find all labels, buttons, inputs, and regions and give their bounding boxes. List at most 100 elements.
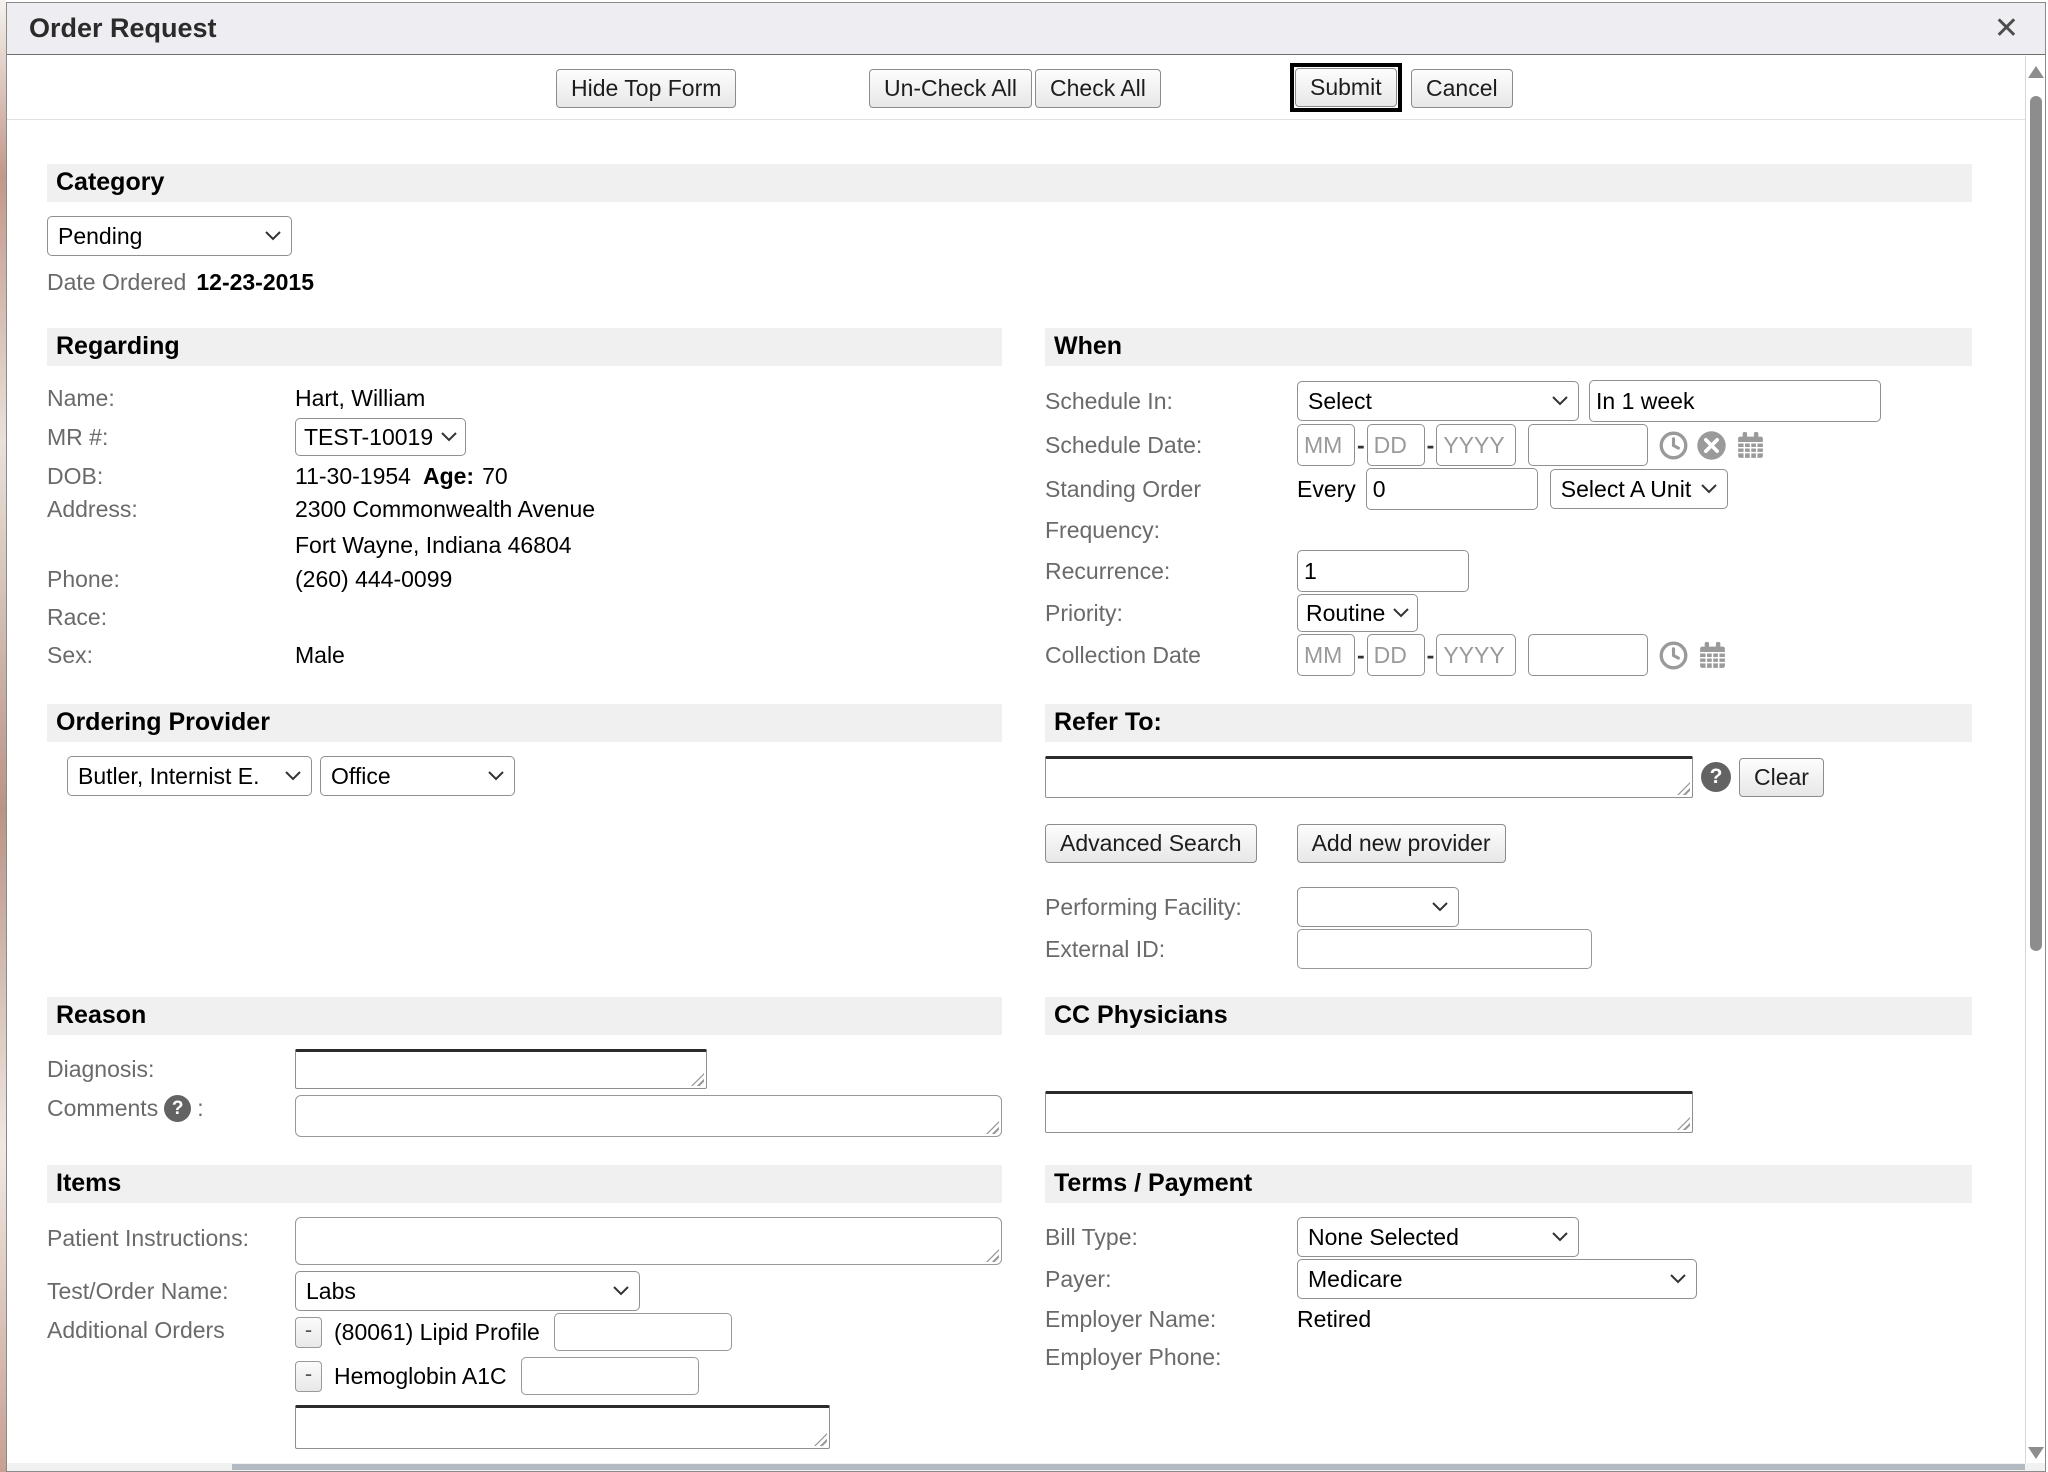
patient-instructions-textarea[interactable]	[295, 1217, 1002, 1265]
every-label: Every	[1297, 476, 1356, 503]
order-note-input[interactable]	[521, 1357, 699, 1395]
horizontal-scrollbar-thumb[interactable]	[232, 1464, 2025, 1470]
submit-button[interactable]: Submit	[1295, 68, 1397, 107]
order-note-input[interactable]	[554, 1313, 732, 1351]
cc-physicians-input[interactable]	[1045, 1091, 1693, 1133]
performing-facility-select[interactable]	[1297, 887, 1459, 927]
submit-focus-ring: Submit	[1290, 63, 1402, 112]
date-dash: -	[1427, 642, 1435, 669]
schedule-in-select[interactable]: Select	[1297, 381, 1579, 421]
schedule-date-yyyy-input[interactable]	[1436, 424, 1516, 466]
collection-date-dd-input[interactable]	[1367, 634, 1425, 676]
recurrence-input[interactable]	[1297, 550, 1469, 592]
patient-instructions-label: Patient Instructions:	[47, 1217, 295, 1252]
unit-select[interactable]: Select A Unit	[1550, 469, 1728, 509]
when-section-header: When	[1045, 328, 1972, 366]
test-order-name-label: Test/Order Name:	[47, 1278, 295, 1305]
refer-to-section: Refer To: ? Clear Advanced Search Add ne…	[1045, 704, 1972, 971]
test-order-select[interactable]: Labs	[295, 1271, 640, 1311]
additional-order-row: - (80061) Lipid Profile	[295, 1313, 830, 1351]
uncheck-all-button[interactable]: Un-Check All	[869, 69, 1032, 108]
provider-select[interactable]: Butler, Internist E.	[67, 756, 312, 796]
reason-header: Reason	[47, 997, 1002, 1035]
hide-top-form-button[interactable]: Hide Top Form	[556, 69, 736, 108]
order-search-input[interactable]	[295, 1405, 830, 1449]
diagnosis-input[interactable]	[295, 1049, 707, 1089]
clear-date-icon[interactable]	[1696, 430, 1727, 461]
scrollbar-thumb[interactable]	[2030, 96, 2042, 951]
collection-date-label: Collection Date	[1045, 642, 1297, 669]
payer-select[interactable]: Medicare	[1297, 1259, 1697, 1299]
calendar-icon[interactable]	[1734, 429, 1767, 462]
schedule-date-dd-input[interactable]	[1367, 424, 1425, 466]
calendar-icon[interactable]	[1696, 639, 1729, 672]
additional-order-row: - Hemoglobin A1C	[295, 1357, 830, 1395]
order-name: (80061) Lipid Profile	[334, 1319, 540, 1346]
age-value: 70	[482, 463, 508, 490]
advanced-search-button[interactable]: Advanced Search	[1045, 824, 1257, 863]
clear-button[interactable]: Clear	[1739, 758, 1824, 797]
regarding-section: Regarding Name: Hart, William MR #: TEST…	[47, 328, 1002, 678]
phone-value: (260) 444-0099	[295, 566, 452, 593]
help-icon[interactable]: ?	[1701, 762, 1731, 792]
chevron-down-icon	[1701, 484, 1717, 494]
collection-date-yyyy-input[interactable]	[1436, 634, 1516, 676]
refer-to-search-input[interactable]	[1045, 756, 1693, 798]
category-select[interactable]: Pending	[47, 216, 292, 256]
priority-select[interactable]: Routine	[1297, 594, 1418, 632]
schedule-in-text-input[interactable]	[1589, 380, 1881, 422]
terms-payment-header: Terms / Payment	[1045, 1165, 1972, 1203]
bill-type-select[interactable]: None Selected	[1297, 1217, 1579, 1257]
chevron-down-icon	[285, 771, 301, 781]
comments-textarea[interactable]	[295, 1095, 1002, 1137]
performing-facility-label: Performing Facility:	[1045, 894, 1297, 921]
category-section-header: Category	[47, 164, 1972, 202]
cc-physicians-header: CC Physicians	[1045, 997, 1972, 1035]
close-icon[interactable]: ✕	[1994, 14, 2019, 44]
cancel-button[interactable]: Cancel	[1411, 69, 1513, 108]
cc-physicians-section: CC Physicians	[1045, 997, 1972, 1139]
when-section: When Schedule In: Select Schedule Date:	[1045, 328, 1972, 678]
add-new-provider-button[interactable]: Add new provider	[1297, 824, 1506, 863]
vertical-scrollbar[interactable]	[2025, 56, 2045, 1471]
address-line1: 2300 Commonwealth Avenue	[295, 496, 595, 522]
external-id-input[interactable]	[1297, 929, 1592, 969]
clock-icon[interactable]	[1658, 640, 1689, 671]
race-label: Race:	[47, 604, 295, 631]
order-request-dialog: Order Request ✕ Hide Top Form Un-Check A…	[6, 2, 2046, 1472]
employer-name-value: Retired	[1297, 1306, 1371, 1333]
schedule-date-mm-input[interactable]	[1297, 424, 1355, 466]
chevron-down-icon	[488, 771, 504, 781]
collection-time-input[interactable]	[1528, 634, 1648, 676]
sex-label: Sex:	[47, 642, 295, 669]
reason-section: Reason Diagnosis: Comments ?	[47, 997, 1002, 1139]
ordering-provider-section: Ordering Provider Butler, Internist E. O…	[47, 704, 1002, 971]
remove-order-button[interactable]: -	[295, 1361, 322, 1392]
chevron-down-icon	[1393, 608, 1409, 618]
provider-location-value: Office	[331, 763, 391, 790]
payer-label: Payer:	[1045, 1266, 1297, 1293]
check-all-button[interactable]: Check All	[1035, 69, 1161, 108]
collection-date-mm-input[interactable]	[1297, 634, 1355, 676]
chevron-down-icon	[1552, 396, 1568, 406]
additional-orders-label: Additional Orders	[47, 1313, 295, 1344]
clock-icon[interactable]	[1658, 430, 1689, 461]
scroll-up-icon[interactable]	[2028, 66, 2044, 78]
provider-location-select[interactable]: Office	[320, 756, 515, 796]
date-dash: -	[1427, 432, 1435, 459]
category-select-value: Pending	[58, 223, 142, 250]
mr-number-select[interactable]: TEST-10019	[295, 418, 466, 456]
bill-type-value: None Selected	[1308, 1224, 1459, 1251]
help-icon[interactable]: ?	[164, 1095, 191, 1122]
external-id-label: External ID:	[1045, 936, 1297, 963]
schedule-in-value: Select	[1308, 388, 1372, 415]
schedule-in-label: Schedule In:	[1045, 388, 1297, 415]
age-label: Age:	[423, 463, 474, 490]
frequency-label: Frequency:	[1045, 517, 1297, 544]
schedule-time-input[interactable]	[1528, 424, 1648, 466]
remove-order-button[interactable]: -	[295, 1317, 322, 1348]
comments-label: Comments	[47, 1095, 158, 1122]
horizontal-scrollbar[interactable]	[7, 1463, 2045, 1471]
scroll-down-icon[interactable]	[2028, 1447, 2044, 1459]
every-input[interactable]	[1366, 468, 1538, 510]
